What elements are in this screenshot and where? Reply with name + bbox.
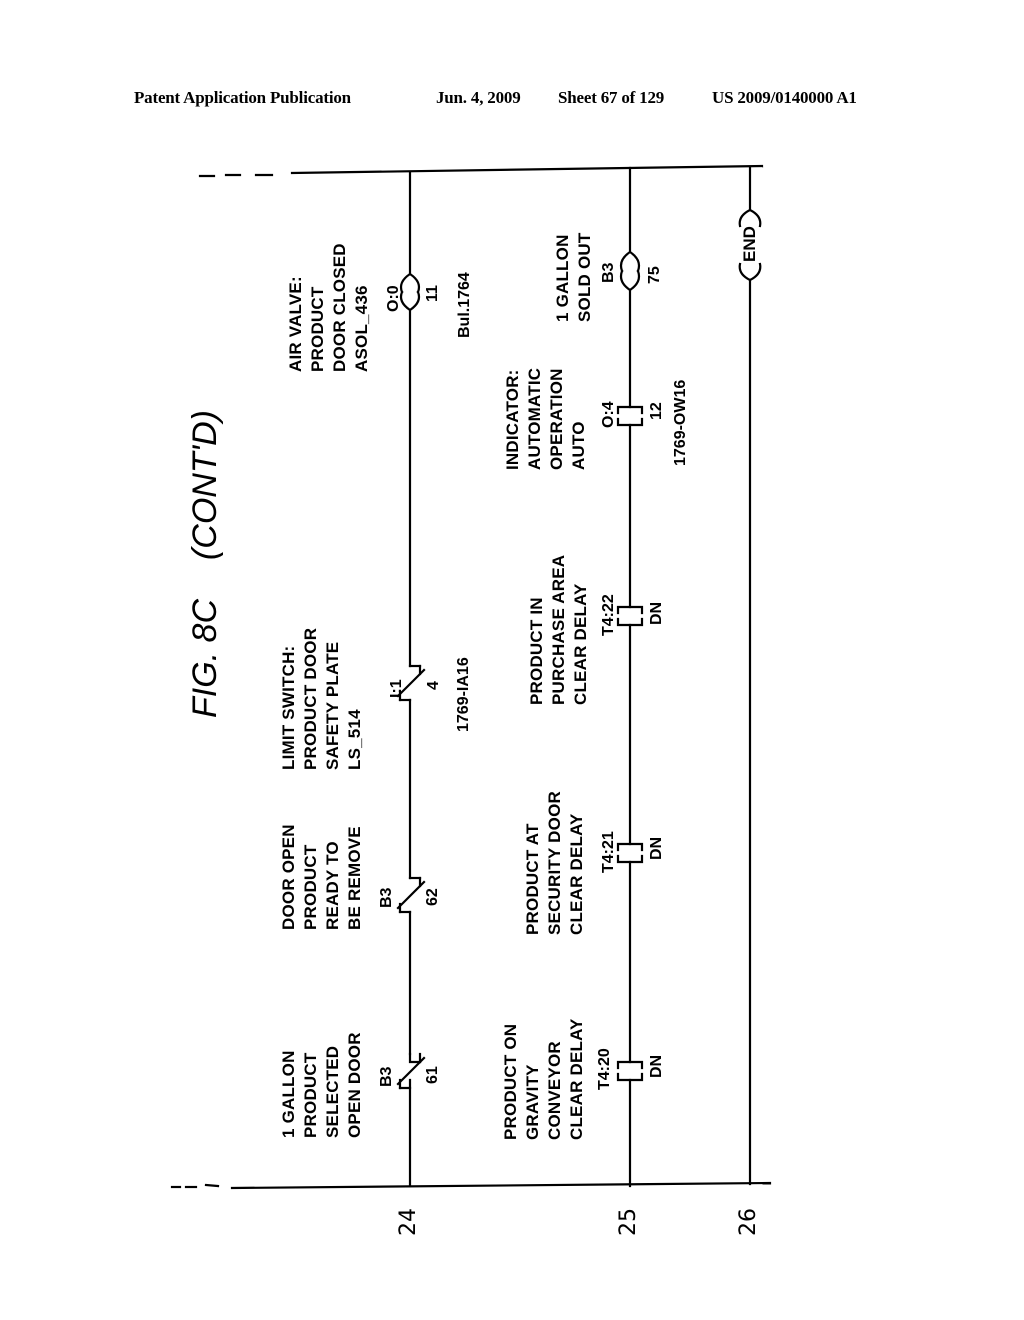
figure-title: FIG. 8C (CONT'D) xyxy=(186,410,225,718)
label-line: PRODUCT IN xyxy=(527,597,546,705)
figure-title-suffix: (CONT'D) xyxy=(186,410,224,561)
bit-4: 4 xyxy=(425,681,442,690)
label-line: INDICATOR: xyxy=(503,369,522,470)
label-line: OPERATION xyxy=(547,368,566,470)
rung-number-26: 26 xyxy=(736,1208,761,1236)
bit-75: 75 xyxy=(646,266,663,284)
bit-61: 61 xyxy=(424,1066,441,1084)
no-contact-t4-22 xyxy=(616,605,644,627)
label-air-valve-asol436: AIR VALVE: PRODUCT DOOR CLOSED ASOL_436 xyxy=(285,243,373,372)
bit-dn-22: DN xyxy=(648,601,665,625)
no-contact-t4-21 xyxy=(616,842,644,864)
label-indicator-automatic-operation: INDICATOR: AUTOMATIC OPERATION AUTO xyxy=(502,368,590,470)
bit-12: 12 xyxy=(648,402,665,420)
coil-o0-11 xyxy=(399,272,421,312)
top-power-rail xyxy=(290,164,764,175)
address-b3-75: B3 xyxy=(600,262,617,283)
label-line: SOLD OUT xyxy=(575,232,594,322)
label-line: AUTOMATIC xyxy=(525,367,544,470)
coil-b3-75 xyxy=(619,250,641,292)
address-t4-21: T4:21 xyxy=(600,831,617,873)
bit-dn-20: DN xyxy=(648,1054,665,1078)
label-line: CLEAR DELAY xyxy=(567,813,586,935)
label-line: LIMIT SWITCH: xyxy=(279,645,298,770)
label-line: CONVEYOR xyxy=(545,1041,564,1140)
label-line: PRODUCT xyxy=(301,844,320,930)
label-line: SECURITY DOOR xyxy=(545,791,564,935)
label-line: OPEN DOOR xyxy=(345,1032,364,1138)
no-contact-t4-20 xyxy=(616,1060,644,1082)
label-line: 1 GALLON xyxy=(553,234,572,322)
label-line: SELECTED xyxy=(323,1045,342,1138)
label-line: PRODUCT xyxy=(301,1052,320,1138)
label-line: CLEAR DELAY xyxy=(567,1018,586,1140)
label-line: DOOR OPEN xyxy=(279,824,298,930)
label-line: SAFETY PLATE xyxy=(323,641,342,770)
label-line: ASOL_436 xyxy=(352,285,371,372)
bottom-power-rail xyxy=(230,1181,772,1190)
label-line: PURCHASE AREA xyxy=(549,554,568,705)
label-line: LS_514 xyxy=(345,709,364,770)
address-t4-20: T4:20 xyxy=(596,1048,613,1090)
label-line: CLEAR DELAY xyxy=(571,583,590,705)
label-line: PRODUCT ON xyxy=(501,1023,520,1140)
label-line: PRODUCT xyxy=(308,286,327,372)
label-line: 1 GALLON xyxy=(279,1050,298,1138)
bit-dn-21: DN xyxy=(648,836,665,860)
nc-contact-b3-62 xyxy=(396,876,426,914)
label-product-on-gravity-conveyor: PRODUCT ON GRAVITY CONVEYOR CLEAR DELAY xyxy=(500,1018,588,1140)
label-line: BE REMOVE xyxy=(345,826,364,930)
module-bul1764: Bul.1764 xyxy=(456,272,473,338)
rung-number-24: 24 xyxy=(396,1208,421,1236)
address-b3-62: B3 xyxy=(378,887,395,908)
label-product-in-purchase-area: PRODUCT IN PURCHASE AREA CLEAR DELAY xyxy=(526,555,592,705)
bit-11: 11 xyxy=(424,285,441,302)
address-o0: O:0 xyxy=(385,285,402,312)
label-line: AIR VALVE: xyxy=(286,276,305,372)
label-line: PRODUCT AT xyxy=(523,823,542,935)
label-1-gallon-product-selected: 1 GALLON PRODUCT SELECTED OPEN DOOR xyxy=(278,1032,366,1138)
label-door-open-ready-to-remove: DOOR OPEN PRODUCT READY TO BE REMOVE xyxy=(278,824,366,930)
label-limit-switch-ls514: LIMIT SWITCH: PRODUCT DOOR SAFETY PLATE … xyxy=(278,628,366,770)
address-i1: I:1 xyxy=(388,679,405,698)
end-label: END xyxy=(740,226,759,262)
figure-title-prefix: FIG. 8C xyxy=(186,598,224,718)
module-1769-ia16: 1769-IA16 xyxy=(455,657,472,732)
label-product-at-security-door: PRODUCT AT SECURITY DOOR CLEAR DELAY xyxy=(522,791,588,935)
label-line: GRAVITY xyxy=(523,1064,542,1140)
no-contact-o4-12 xyxy=(616,405,644,427)
label-line: AUTO xyxy=(569,421,588,470)
label-1-gallon-sold-out: 1 GALLON SOLD OUT xyxy=(552,233,596,322)
bit-62: 62 xyxy=(424,888,441,906)
address-t4-22: T4:22 xyxy=(600,594,617,636)
bottom-rail-dash xyxy=(204,1183,220,1188)
rung-number-25: 25 xyxy=(616,1208,641,1236)
label-line: PRODUCT DOOR xyxy=(301,627,320,770)
address-o4: O:4 xyxy=(600,401,617,428)
label-line: DOOR CLOSED xyxy=(330,243,349,372)
label-line: READY TO xyxy=(323,841,342,930)
address-b3-61: B3 xyxy=(378,1066,395,1087)
module-1769-ow16: 1769-OW16 xyxy=(672,379,689,466)
nc-contact-b3-61 xyxy=(396,1052,426,1090)
